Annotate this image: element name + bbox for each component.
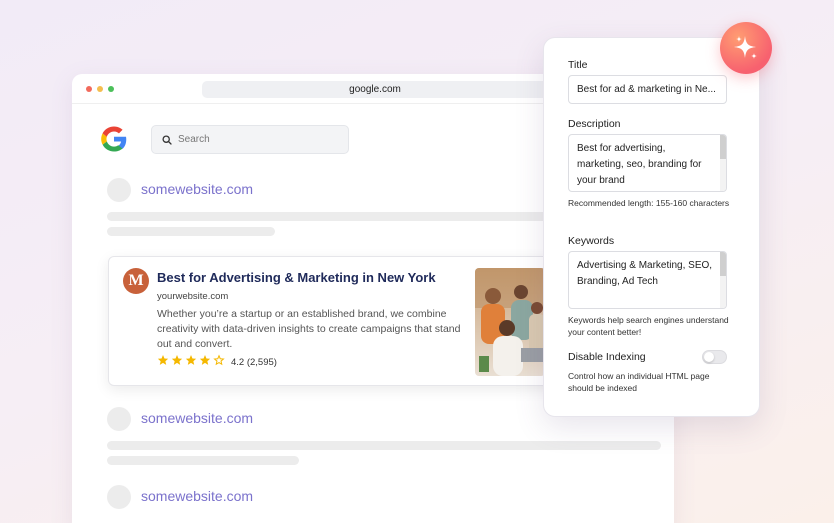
site-favicon-placeholder [107, 485, 131, 509]
result-snippet-placeholder [107, 441, 661, 450]
description-help-text: Recommended length: 155-160 characters [568, 198, 730, 208]
team-photo [475, 268, 545, 376]
sparkle-icon [734, 36, 757, 59]
result-snippet-placeholder [107, 456, 299, 465]
description-label: Description [568, 118, 621, 130]
keywords-textarea[interactable]: Advertising & Marketing, SEO, Branding, … [568, 251, 727, 309]
keywords-scrollbar[interactable] [720, 252, 726, 308]
star-outline-icon [213, 354, 225, 366]
google-logo-icon [101, 126, 127, 152]
star-icon [171, 355, 183, 365]
title-input-value: Best for ad & marketing in Ne... [577, 84, 716, 95]
star-icon [199, 355, 211, 365]
disable-indexing-toggle[interactable] [702, 350, 727, 364]
title-label: Title [568, 59, 588, 71]
result-site-link[interactable]: somewebsite.com [141, 181, 253, 197]
keywords-label: Keywords [568, 235, 615, 247]
description-textarea-value: Best for advertising, marketing, seo, br… [577, 143, 702, 186]
address-bar[interactable]: google.com [202, 81, 548, 98]
description-scrollbar[interactable] [720, 135, 726, 191]
disable-indexing-help-text: Control how an individual HTML page shou… [568, 371, 710, 393]
featured-result-card[interactable]: M Best for Advertising & Marketing in Ne… [108, 256, 570, 386]
search-placeholder: Search [178, 134, 210, 145]
description-textarea[interactable]: Best for advertising, marketing, seo, br… [568, 134, 727, 192]
minimize-window-dot[interactable] [97, 86, 103, 92]
site-favicon-placeholder [107, 178, 131, 202]
maximize-window-dot[interactable] [108, 86, 114, 92]
star-icon [185, 355, 197, 365]
result-snippet-placeholder [107, 227, 275, 236]
rating-count: 4.2 (2,595) [231, 357, 277, 368]
keywords-textarea-value: Advertising & Marketing, SEO, Branding, … [577, 260, 713, 287]
seo-settings-panel: Title Best for ad & marketing in Ne... D… [543, 37, 760, 417]
title-input[interactable]: Best for ad & marketing in Ne... [568, 75, 727, 104]
ai-sparkle-button[interactable] [720, 22, 772, 74]
star-rating [157, 354, 225, 366]
featured-result-description: Whether you’re a startup or an establish… [157, 308, 461, 350]
featured-result-url[interactable]: yourwebsite.com [157, 291, 228, 302]
search-input[interactable]: Search [151, 125, 349, 154]
featured-result-title[interactable]: Best for Advertising & Marketing in New … [157, 270, 436, 285]
search-icon [162, 135, 172, 145]
keywords-help-text: Keywords help search engines understand … [568, 315, 729, 337]
result-site-link[interactable]: somewebsite.com [141, 410, 253, 426]
disable-indexing-label: Disable Indexing [568, 351, 646, 363]
site-favicon-placeholder [107, 407, 131, 431]
star-icon [157, 355, 169, 365]
result-site-link[interactable]: somewebsite.com [141, 488, 253, 504]
close-window-dot[interactable] [86, 86, 92, 92]
brand-logo: M [123, 268, 149, 294]
